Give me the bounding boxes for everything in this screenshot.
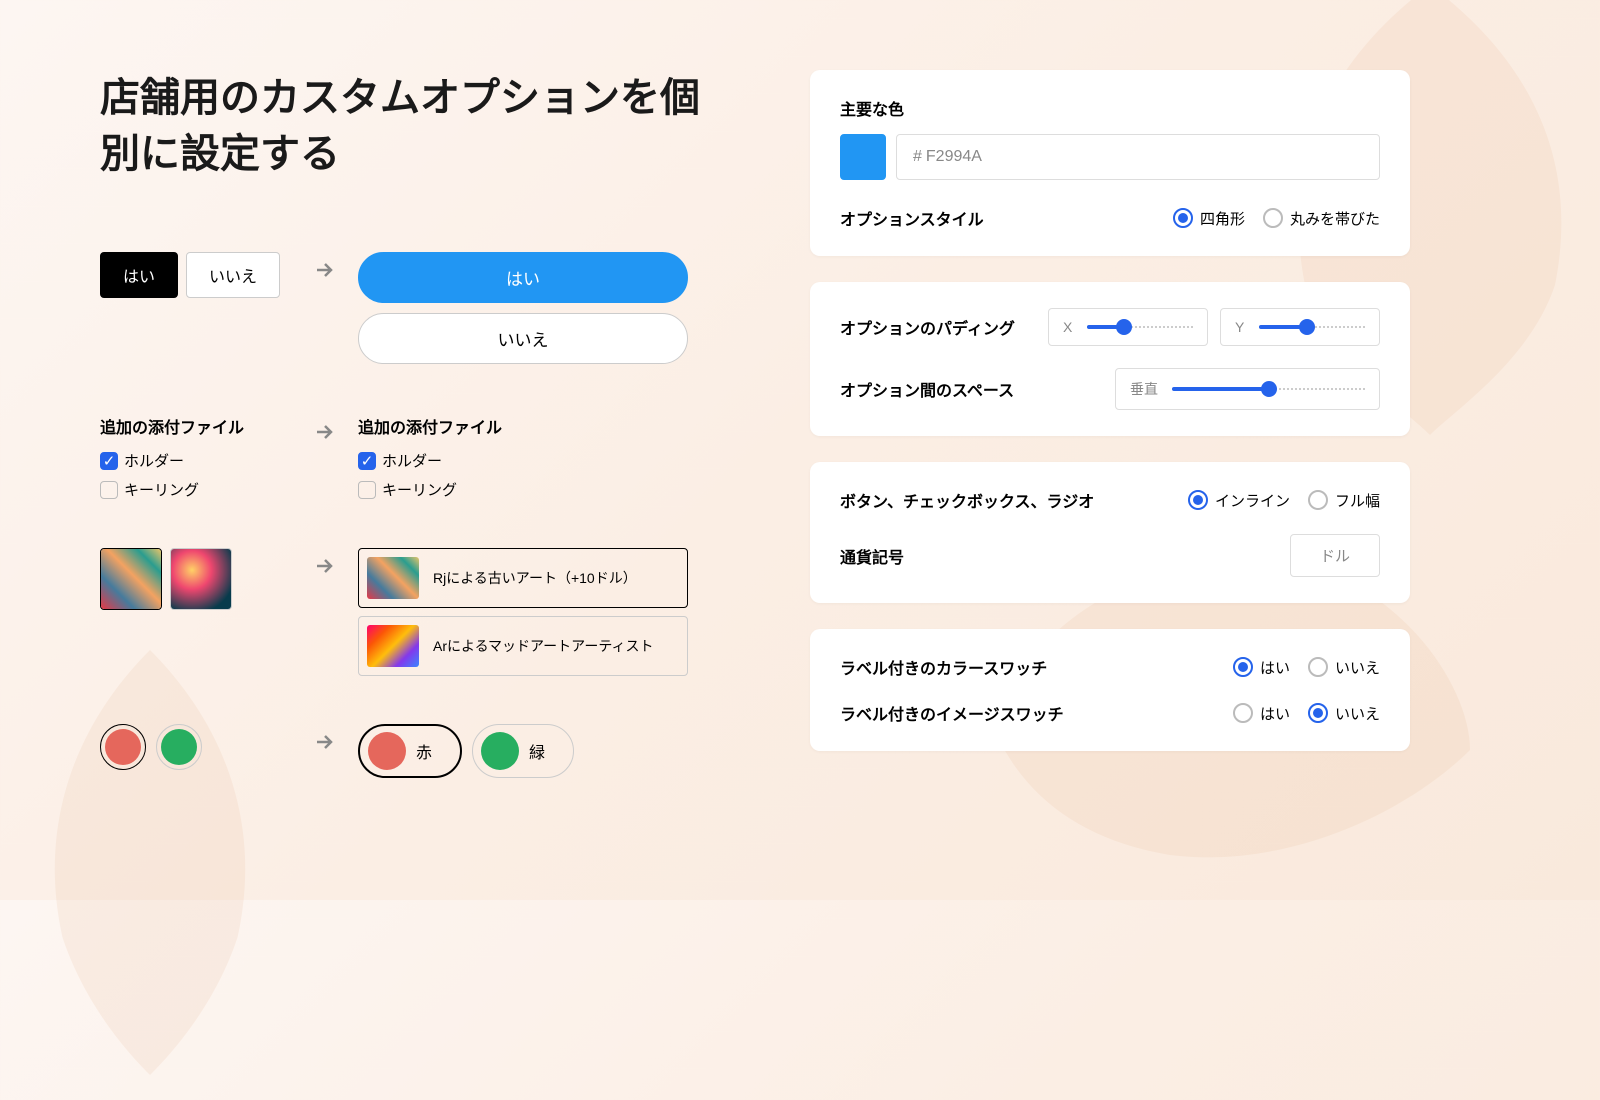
check-icon: ✓	[100, 452, 118, 470]
card-padding: オプションのパディング X Y オプション間のスペース 垂直	[810, 282, 1410, 436]
radio-color-yes[interactable]: はい	[1233, 657, 1290, 678]
option-style-label: オプションスタイル	[840, 206, 984, 230]
color-swatch-label-setting: ラベル付きのカラースワッチ	[840, 655, 1047, 679]
attachments-title: 追加の添付ファイル	[100, 414, 290, 438]
checkbox-holder[interactable]: ✓ ホルダー	[358, 450, 708, 471]
primary-color-label: 主要な色	[840, 96, 1380, 120]
page-title: 店舗用のカスタムオプションを個別に設定する	[100, 70, 720, 182]
arrow-icon	[310, 414, 338, 444]
card-button-layout: ボタン、チェックボックス、ラジオ インライン フル幅 通貨記号 ドル	[810, 462, 1410, 603]
dst-yes-button[interactable]: はい	[358, 252, 688, 303]
image-thumb-2[interactable]	[170, 548, 232, 610]
card-primary-color: 主要な色 # F2994A オプションスタイル 四角形 丸みを帯びた	[810, 70, 1410, 256]
example-yesno: はい いいえ はい いいえ	[100, 252, 720, 374]
color-swatch-green[interactable]	[156, 724, 202, 770]
example-images: Rjによる古いアート（+10ドル） Arによるマッドアートアーティスト	[100, 548, 720, 684]
color-swatch-red[interactable]	[100, 724, 146, 770]
checkbox-keyring[interactable]: キーリング	[100, 479, 199, 500]
image-thumb-1[interactable]	[100, 548, 162, 610]
hex-input[interactable]: # F2994A	[896, 134, 1380, 180]
button-layout-label: ボタン、チェックボックス、ラジオ	[840, 488, 1094, 512]
spacing-label: オプション間のスペース	[840, 377, 1014, 401]
checkbox-holder[interactable]: ✓ ホルダー	[100, 450, 184, 471]
src-yes-button[interactable]: はい	[100, 252, 178, 298]
dst-no-button[interactable]: いいえ	[358, 313, 688, 364]
color-chip[interactable]	[840, 134, 886, 180]
example-attachments: 追加の添付ファイル ✓ ホルダー キーリング 追加の添付ファイル ✓ ホルダー	[100, 414, 720, 508]
color-pill-green[interactable]: 緑	[472, 724, 574, 778]
color-pill-red[interactable]: 赤	[358, 724, 462, 778]
slider-vertical[interactable]: 垂直	[1115, 368, 1380, 410]
check-icon	[100, 481, 118, 499]
arrow-icon	[310, 252, 338, 282]
checkbox-keyring[interactable]: キーリング	[358, 479, 708, 500]
currency-label: 通貨記号	[840, 544, 904, 568]
attachments-title: 追加の添付ファイル	[358, 414, 720, 438]
radio-inline[interactable]: インライン	[1188, 490, 1290, 511]
src-no-button[interactable]: いいえ	[186, 252, 280, 298]
slider-x[interactable]: X	[1048, 308, 1208, 346]
example-colors: 赤 緑	[100, 724, 720, 778]
radio-rounded[interactable]: 丸みを帯びた	[1263, 208, 1380, 229]
slider-y[interactable]: Y	[1220, 308, 1380, 346]
arrow-icon	[310, 724, 338, 754]
currency-select[interactable]: ドル	[1290, 534, 1380, 577]
check-icon: ✓	[358, 452, 376, 470]
image-option-2[interactable]: Arによるマッドアートアーティスト	[358, 616, 688, 676]
card-swatch-labels: ラベル付きのカラースワッチ はい いいえ ラベル付きのイメージスワッチ はい い…	[810, 629, 1410, 751]
arrow-icon	[310, 548, 338, 578]
image-swatch-label-setting: ラベル付きのイメージスワッチ	[840, 701, 1064, 725]
radio-full[interactable]: フル幅	[1308, 490, 1380, 511]
padding-label: オプションのパディング	[840, 315, 1015, 339]
check-icon	[358, 481, 376, 499]
radio-color-no[interactable]: いいえ	[1308, 657, 1380, 678]
radio-image-no[interactable]: いいえ	[1308, 703, 1380, 724]
radio-square[interactable]: 四角形	[1173, 208, 1245, 229]
image-option-1[interactable]: Rjによる古いアート（+10ドル）	[358, 548, 688, 608]
radio-image-yes[interactable]: はい	[1233, 703, 1290, 724]
